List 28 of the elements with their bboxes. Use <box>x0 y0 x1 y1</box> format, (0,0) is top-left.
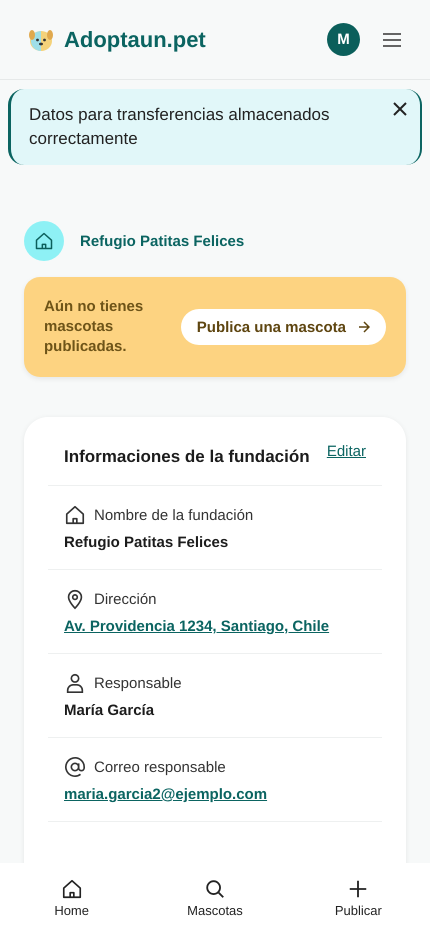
field-value: María García <box>64 702 154 719</box>
menu-icon[interactable] <box>382 32 402 48</box>
arrow-right-icon <box>358 321 370 333</box>
nav-tab[interactable]: Publicar <box>308 876 408 918</box>
home-icon <box>60 878 83 900</box>
nav-tab[interactable]: Home <box>22 876 122 918</box>
nav-tab[interactable]: Mascotas <box>164 876 265 918</box>
field-label: Responsable <box>94 674 182 692</box>
close-icon <box>392 101 408 117</box>
field-link[interactable]: Av. Providencia 1234, Santiago, Chile <box>64 618 330 635</box>
publish-pet-button[interactable]: Publica una mascota <box>180 309 386 345</box>
empty-state-message: Aún no tienes mascotas publicadas. <box>44 297 144 357</box>
brand-name[interactable]: Adoptaun.pet <box>64 26 327 52</box>
home-icon <box>64 504 86 526</box>
shelter-name[interactable]: Refugio Patitas Felices <box>80 232 244 250</box>
field-label: Dirección <box>94 590 157 608</box>
user-avatar[interactable]: M <box>327 23 360 56</box>
field-label: Nombre de la fundación <box>94 506 254 524</box>
person-icon <box>64 672 86 694</box>
card-title: Informaciones de la fundación <box>64 447 310 467</box>
edit-link[interactable]: Editar <box>326 443 366 460</box>
home-icon <box>34 231 54 251</box>
alert-message: Datos para transferencias almacenados correctamente <box>29 105 330 148</box>
field-value: Refugio Patitas Felices <box>64 534 228 551</box>
at-sign-icon <box>64 756 86 778</box>
field-link[interactable]: maria.garcia2@ejemplo.com <box>64 786 268 803</box>
search-icon <box>204 878 226 900</box>
field-label: Correo responsable <box>94 758 226 776</box>
